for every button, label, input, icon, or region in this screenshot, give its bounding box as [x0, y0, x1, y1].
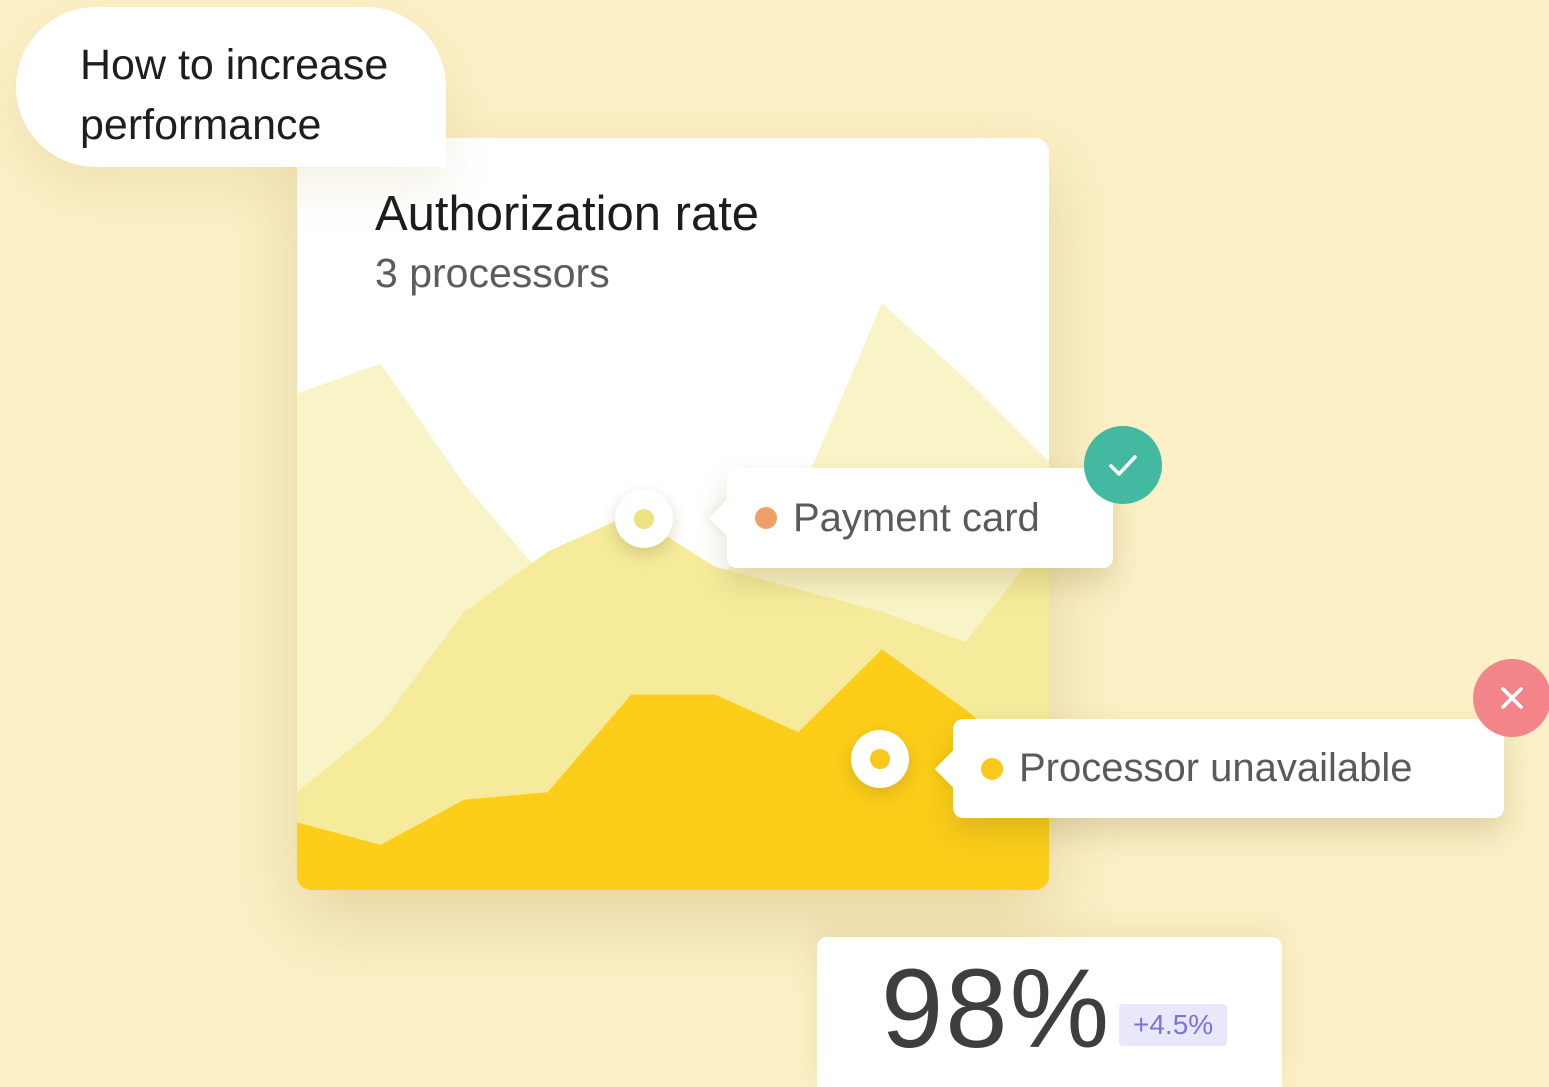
chart-point-marker-payment-card[interactable]	[615, 490, 673, 548]
marker-dot	[870, 749, 890, 769]
tooltip-payment-card: Payment card	[727, 468, 1113, 568]
success-badge[interactable]	[1084, 426, 1162, 504]
close-icon	[1501, 687, 1523, 709]
card-title: Authorization rate	[375, 187, 760, 241]
card-subtitle: 3 processors	[375, 250, 610, 296]
metric-delta-badge: +4.5%	[1119, 1004, 1228, 1046]
metric-card: 98% +4.5%	[817, 937, 1282, 1087]
legend-dot-processor-unavailable	[981, 757, 1003, 780]
tooltip-processor-unavailable: Processor unavailable	[953, 719, 1504, 818]
chart-point-marker-processor-unavailable[interactable]	[851, 730, 909, 788]
metric-value: 98%	[881, 946, 1112, 1071]
bubble-text: How to increase performance	[80, 41, 389, 149]
legend-dot-payment-card	[755, 507, 777, 529]
marker-dot	[634, 509, 654, 529]
tooltip-label: Payment card	[793, 495, 1040, 540]
performance-prompt-bubble[interactable]: How to increase performance	[16, 7, 446, 167]
check-icon	[1109, 455, 1137, 476]
tooltip-label: Processor unavailable	[1019, 746, 1413, 790]
error-badge[interactable]	[1473, 659, 1549, 737]
